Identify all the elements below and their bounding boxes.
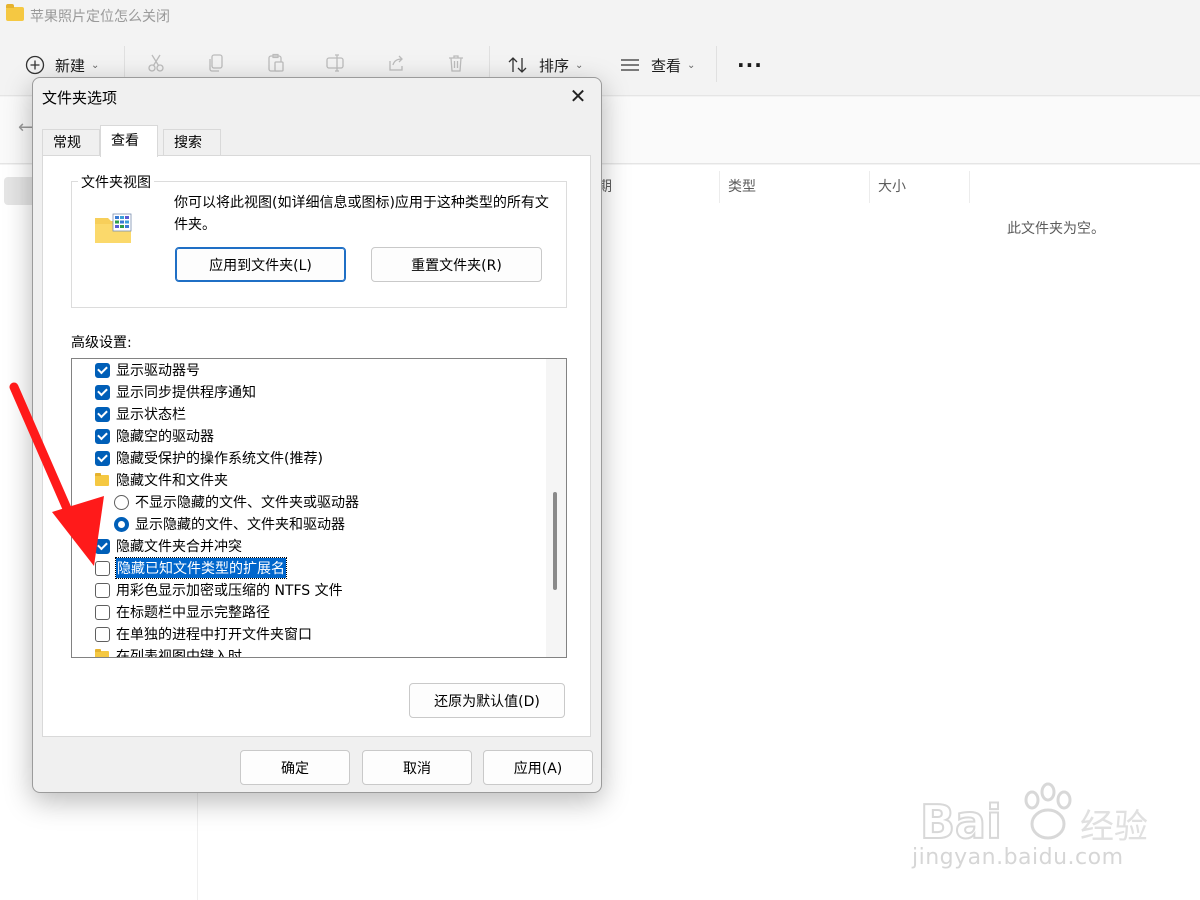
copy-icon[interactable] xyxy=(205,52,227,74)
list-item-label: 用彩色显示加密或压缩的 NTFS 文件 xyxy=(116,583,343,599)
list-item[interactable]: 在单独的进程中打开文件夹窗口 xyxy=(95,623,312,645)
reset-folders-button[interactable]: 重置文件夹(R) xyxy=(371,247,542,282)
list-item-label: 显示同步提供程序通知 xyxy=(116,385,256,401)
apply-to-folders-button[interactable]: 应用到文件夹(L) xyxy=(175,247,346,282)
new-button[interactable]: 新建 ⌄ xyxy=(24,52,99,78)
list-item-label: 隐藏已知文件类型的扩展名 xyxy=(115,557,287,579)
list-item[interactable]: 隐藏受保护的操作系统文件(推荐) xyxy=(95,447,323,469)
tab-view[interactable]: 查看 xyxy=(100,125,158,157)
cut-icon[interactable] xyxy=(145,52,167,74)
list-item[interactable]: 用彩色显示加密或压缩的 NTFS 文件 xyxy=(95,579,343,601)
checkbox-unchecked[interactable] xyxy=(95,560,110,576)
window-title: 苹果照片定位怎么关闭 xyxy=(30,9,170,25)
empty-folder-message: 此文件夹为空。 xyxy=(1007,221,1105,237)
folder-icon xyxy=(95,648,109,657)
view-label: 查看 xyxy=(651,56,682,75)
tab-general[interactable]: 常规 xyxy=(42,129,100,156)
checkbox-unchecked[interactable] xyxy=(95,626,110,642)
radio-unselected[interactable] xyxy=(114,494,129,510)
list-item-label: 在列表视图中键入时 xyxy=(116,649,242,658)
list-item-label: 隐藏空的驱动器 xyxy=(116,429,214,445)
list-item-label: 显示驱动器号 xyxy=(116,363,200,379)
list-item[interactable]: 显示同步提供程序通知 xyxy=(95,381,256,403)
list-item-label: 隐藏文件和文件夹 xyxy=(116,473,228,489)
column-date[interactable]: 期 xyxy=(590,171,720,203)
list-item-label: 显示隐藏的文件、文件夹和驱动器 xyxy=(135,517,345,533)
cancel-button[interactable]: 取消 xyxy=(362,750,472,785)
sort-button[interactable]: 排序 ⌄ xyxy=(507,52,583,78)
more-options-button[interactable]: ··· xyxy=(737,52,763,78)
folder-options-dialog: 文件夹选项 ✕ 常规 查看 搜索 文件夹视图 你可以将此视图(如详细信息或图标)… xyxy=(32,77,602,793)
ok-button[interactable]: 确定 xyxy=(240,750,350,785)
list-item[interactable]: 显示驱动器号 xyxy=(95,359,200,381)
close-icon[interactable]: ✕ xyxy=(555,78,601,114)
checkbox-unchecked[interactable] xyxy=(95,604,110,620)
folder-icon xyxy=(95,472,109,486)
list-item-label: 在标题栏中显示完整路径 xyxy=(116,605,270,621)
column-size[interactable]: 大小 xyxy=(870,171,970,203)
tab-search[interactable]: 搜索 xyxy=(163,129,221,156)
sort-icon xyxy=(507,54,529,76)
chevron-down-icon: ⌄ xyxy=(575,59,584,71)
list-item-label: 隐藏文件夹合并冲突 xyxy=(116,539,242,555)
view-button[interactable]: 查看 ⌄ xyxy=(619,52,695,78)
folder-view-icon xyxy=(95,213,132,243)
new-label: 新建 xyxy=(55,56,86,75)
checkbox-checked[interactable] xyxy=(95,428,110,444)
dialog-title: 文件夹选项 xyxy=(42,89,118,107)
advanced-settings-list[interactable]: 显示驱动器号 显示同步提供程序通知 显示状态栏 隐藏空的驱动器 隐藏受保护的操作… xyxy=(71,358,567,658)
delete-icon[interactable] xyxy=(445,52,467,74)
view-tab-panel: 文件夹视图 你可以将此视图(如详细信息或图标)应用于这种类型的所有文件夹。 应用… xyxy=(42,155,591,737)
list-item-label: 在单独的进程中打开文件夹窗口 xyxy=(116,627,312,643)
checkbox-checked[interactable] xyxy=(95,538,110,554)
folder-icon xyxy=(6,4,24,21)
list-item[interactable]: 不显示隐藏的文件、文件夹或驱动器 xyxy=(114,491,359,513)
list-scrollbar[interactable] xyxy=(546,359,566,657)
list-item-selected[interactable]: 隐藏已知文件类型的扩展名 xyxy=(95,557,287,579)
plus-circle-icon xyxy=(24,54,46,76)
chevron-down-icon: ⌄ xyxy=(687,59,696,71)
restore-defaults-button[interactable]: 还原为默认值(D) xyxy=(409,683,565,718)
checkbox-unchecked[interactable] xyxy=(95,582,110,598)
checkbox-checked[interactable] xyxy=(95,384,110,400)
list-item[interactable]: 隐藏空的驱动器 xyxy=(95,425,214,447)
checkbox-checked[interactable] xyxy=(95,450,110,466)
folder-views-label: 文件夹视图 xyxy=(78,172,154,192)
list-item[interactable]: 隐藏文件夹合并冲突 xyxy=(95,535,242,557)
rename-icon[interactable] xyxy=(325,52,347,74)
scrollbar-thumb[interactable] xyxy=(553,492,557,590)
list-item[interactable]: 在标题栏中显示完整路径 xyxy=(95,601,270,623)
explorer-titlebar: 苹果照片定位怎么关闭 xyxy=(0,0,1200,34)
column-type[interactable]: 类型 xyxy=(720,171,870,203)
back-arrow-icon[interactable]: ← xyxy=(18,117,33,138)
list-item-label: 显示状态栏 xyxy=(116,407,186,423)
apply-button[interactable]: 应用(A) xyxy=(483,750,593,785)
watermark-url: jingyan.baidu.com xyxy=(912,845,1124,870)
folder-views-group: 文件夹视图 你可以将此视图(如详细信息或图标)应用于这种类型的所有文件夹。 应用… xyxy=(71,172,567,308)
radio-selected[interactable] xyxy=(114,516,129,532)
advanced-settings-label: 高级设置: xyxy=(71,335,132,351)
svg-text:经验: 经验 xyxy=(1080,807,1148,847)
list-item[interactable]: 显示隐藏的文件、文件夹和驱动器 xyxy=(114,513,345,535)
checkbox-checked[interactable] xyxy=(95,406,110,422)
list-item[interactable]: 显示状态栏 xyxy=(95,403,186,425)
chevron-down-icon: ⌄ xyxy=(91,59,100,71)
svg-text:Bai: Bai xyxy=(920,795,1002,849)
folder-views-description: 你可以将此视图(如详细信息或图标)应用于这种类型的所有文件夹。 xyxy=(174,195,549,233)
list-item-label: 隐藏受保护的操作系统文件(推荐) xyxy=(116,451,323,467)
list-item: 隐藏文件和文件夹 xyxy=(95,469,228,491)
share-icon[interactable] xyxy=(385,52,407,74)
list-item: 在列表视图中键入时 xyxy=(95,645,242,658)
view-lines-icon xyxy=(619,54,641,76)
sort-label: 排序 xyxy=(539,56,570,75)
checkbox-checked[interactable] xyxy=(95,362,110,378)
list-item-label: 不显示隐藏的文件、文件夹或驱动器 xyxy=(135,495,359,511)
paste-icon[interactable] xyxy=(265,52,287,74)
